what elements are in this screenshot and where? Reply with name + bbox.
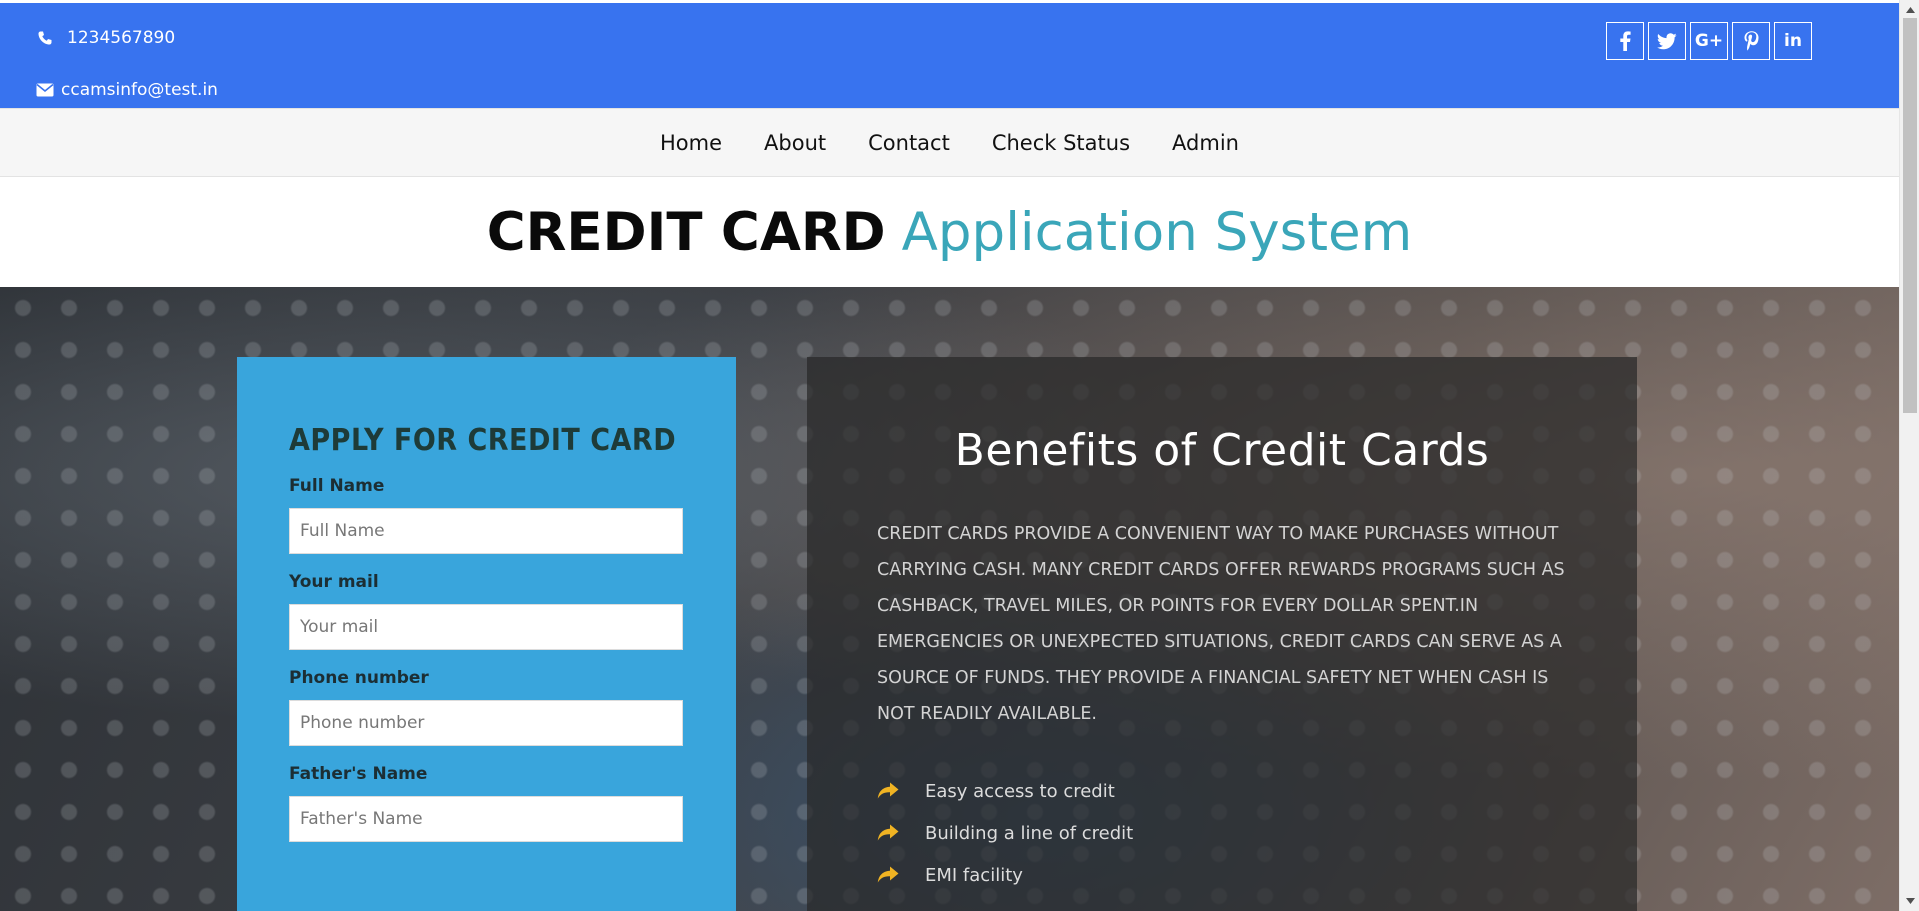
benefits-description: Credit cards provide a convenient way to… xyxy=(877,524,1565,724)
benefit-item-label: EMI facility xyxy=(925,864,1023,886)
share-arrow-icon xyxy=(877,824,925,842)
envelope-icon xyxy=(35,80,55,100)
scroll-up-arrow-icon[interactable] xyxy=(1900,2,1919,18)
google-plus-icon[interactable]: G+ xyxy=(1690,22,1728,60)
nav-contact[interactable]: Contact xyxy=(868,131,950,155)
benefits-panel: Benefits of Credit Cards Credit cards pr… xyxy=(807,357,1637,911)
list-item: EMI facility xyxy=(877,854,1567,896)
email-address: ccamsinfo@test.in xyxy=(61,80,218,100)
full-name-input[interactable] xyxy=(289,508,683,554)
scroll-down-arrow-icon[interactable] xyxy=(1900,893,1919,909)
benefit-item-label: Building a line of credit xyxy=(925,822,1134,844)
phone-icon xyxy=(35,28,55,48)
benefits-heading: Benefits of Credit Cards xyxy=(954,425,1490,476)
email-contact: ccamsinfo@test.in xyxy=(35,80,218,100)
phone-input[interactable] xyxy=(289,700,683,746)
site-title: CREDIT CARD Application System xyxy=(0,177,1899,287)
share-arrow-icon xyxy=(877,866,925,884)
pinterest-icon[interactable] xyxy=(1732,22,1770,60)
linkedin-icon[interactable]: in xyxy=(1774,22,1812,60)
nav-home[interactable]: Home xyxy=(660,131,722,155)
scrollbar-thumb[interactable] xyxy=(1903,18,1917,413)
vertical-scrollbar[interactable] xyxy=(1899,0,1919,911)
phone-label: Phone number xyxy=(289,668,429,688)
email-input[interactable] xyxy=(289,604,683,650)
twitter-icon[interactable] xyxy=(1648,22,1686,60)
list-item: Building a line of credit xyxy=(877,812,1567,854)
benefit-item-label: Easy access to credit xyxy=(925,780,1115,802)
share-arrow-icon xyxy=(877,782,925,800)
site-title-main: CREDIT CARD xyxy=(486,201,886,263)
apply-form-panel: APPLY FOR CREDIT CARD Full Name Your mai… xyxy=(237,357,736,911)
social-links: G+ in xyxy=(1606,22,1812,60)
nav-admin[interactable]: Admin xyxy=(1172,131,1239,155)
email-label: Your mail xyxy=(289,572,379,592)
nav-about[interactable]: About xyxy=(764,131,826,155)
list-item: Easy access to credit xyxy=(877,770,1567,812)
fathers-name-input[interactable] xyxy=(289,796,683,842)
phone-contact: 1234567890 xyxy=(35,28,175,48)
facebook-icon[interactable] xyxy=(1606,22,1644,60)
site-title-accent: Application System xyxy=(901,201,1413,263)
apply-form-heading: APPLY FOR CREDIT CARD xyxy=(289,423,677,458)
main-navigation: Home About Contact Check Status Admin xyxy=(0,108,1899,177)
benefits-list: Easy access to credit Building a line of… xyxy=(877,770,1567,896)
top-contact-bar: 1234567890 ccamsinfo@test.in G+ in xyxy=(0,3,1899,108)
fathers-name-label: Father's Name xyxy=(289,764,428,784)
full-name-label: Full Name xyxy=(289,476,385,496)
nav-check-status[interactable]: Check Status xyxy=(992,131,1130,155)
phone-number: 1234567890 xyxy=(67,28,176,48)
